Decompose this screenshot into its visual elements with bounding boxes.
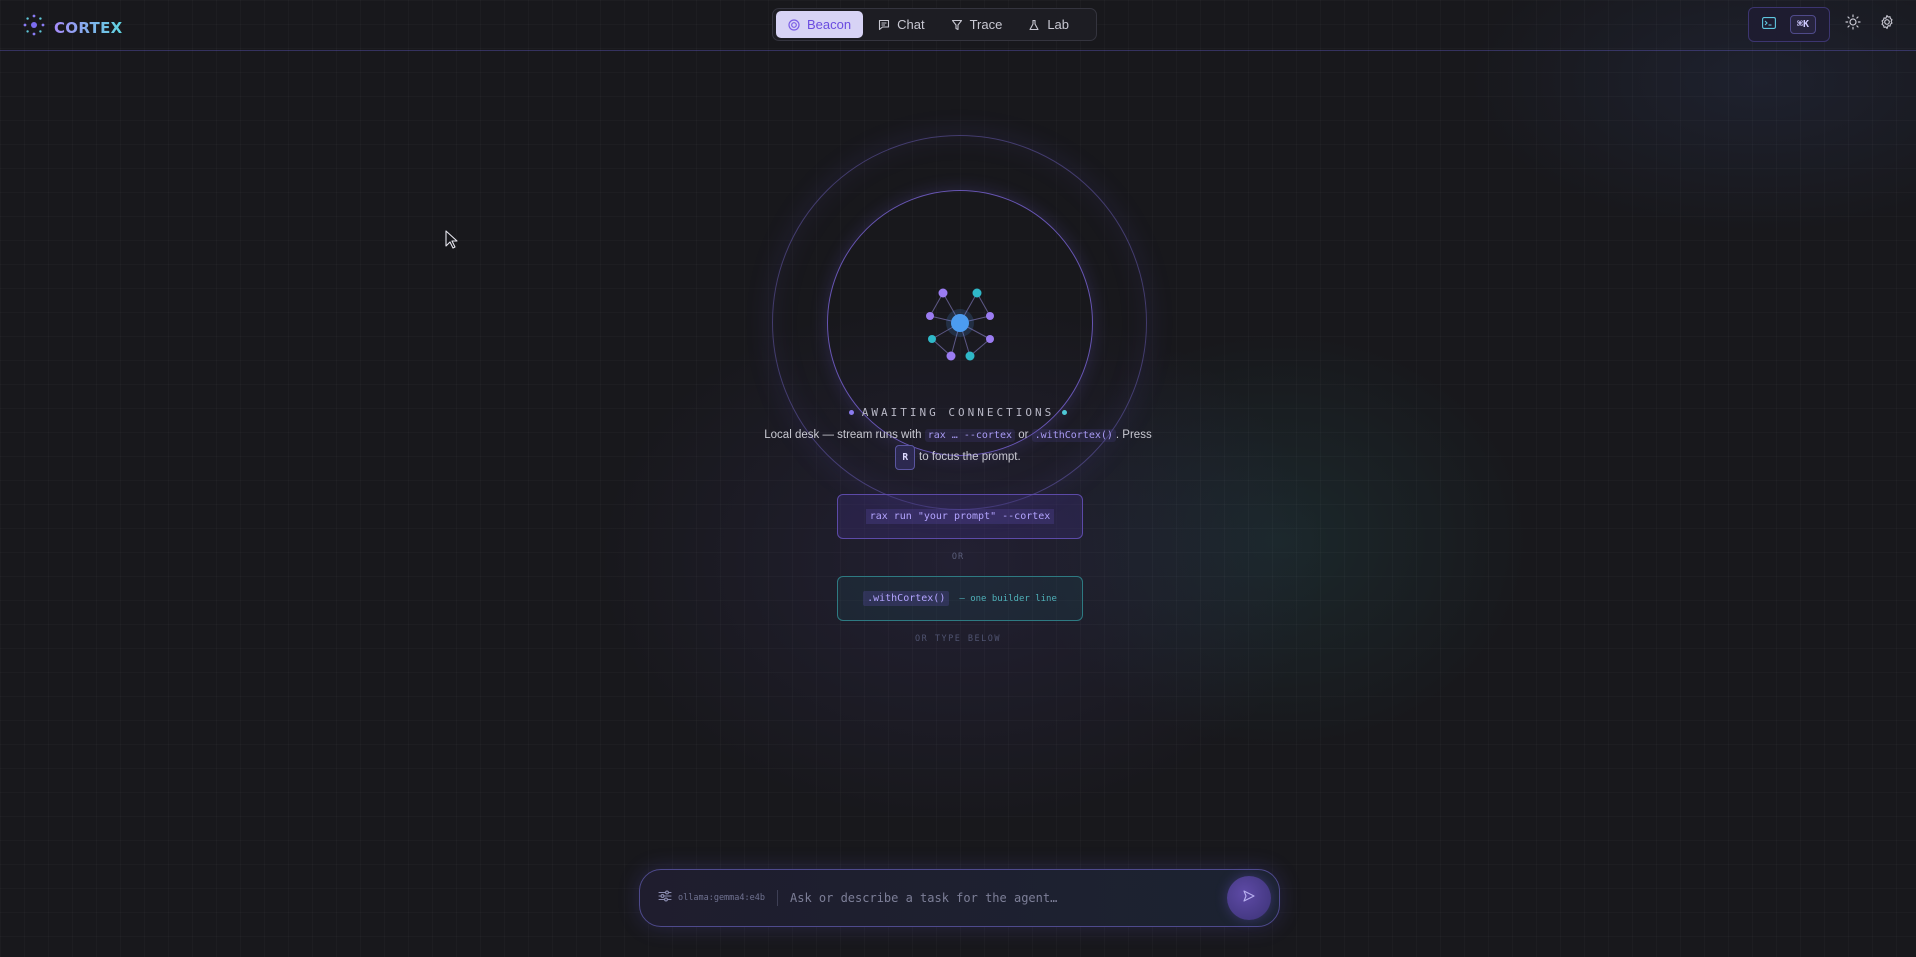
shortcut-chip: ⌘K	[1789, 15, 1816, 34]
prompt-separator	[777, 890, 778, 906]
prompt-input[interactable]	[790, 891, 1227, 905]
tab-chat[interactable]: Chat	[867, 11, 935, 38]
cortex-logo-icon	[22, 13, 46, 42]
terminal-icon	[1762, 16, 1776, 34]
trace-icon	[951, 19, 963, 31]
builder-code: .withCortex()	[863, 591, 950, 606]
beacon-icon	[788, 18, 800, 31]
main-nav: Beacon Chat Trace Lab	[772, 8, 1097, 41]
tab-label: Lab	[1047, 17, 1070, 32]
sun-icon	[1845, 14, 1861, 35]
desc-code-cli: rax … --cortex	[924, 429, 1015, 442]
tab-label: Beacon	[807, 17, 852, 32]
mouse-cursor-icon	[445, 230, 459, 255]
status-text: AWAITING CONNECTIONS	[861, 406, 1055, 419]
shortcut-key-r: R	[895, 445, 916, 470]
prompt-bar: ollama:gemma4:e4b	[639, 869, 1280, 927]
connection-status: AWAITING CONNECTIONS	[0, 406, 1916, 419]
sliders-icon	[658, 889, 672, 907]
flask-icon	[1028, 19, 1040, 31]
desc-or: or	[1018, 429, 1029, 441]
desc-code-builder: .withCortex()	[1031, 429, 1116, 442]
settings-button[interactable]	[1876, 14, 1898, 36]
theme-toggle-button[interactable]	[1842, 14, 1864, 36]
brand[interactable]: CORTEX	[22, 13, 122, 42]
command-palette-button[interactable]: ⌘K	[1748, 7, 1830, 42]
send-button[interactable]	[1227, 876, 1271, 920]
tab-beacon[interactable]: Beacon	[776, 11, 864, 38]
send-icon	[1242, 889, 1256, 908]
tab-label: Trace	[969, 17, 1003, 32]
model-selector[interactable]: ollama:gemma4:e4b	[658, 889, 765, 907]
desc-press: . Press	[1115, 429, 1152, 441]
builder-note: — one builder line	[959, 593, 1057, 604]
desc-prefix: Local desk — stream runs with	[764, 429, 922, 441]
gear-icon	[1879, 14, 1895, 35]
top-bar: CORTEX Beacon Chat Trace Lab ⌘K	[0, 0, 1916, 51]
status-dot	[1062, 410, 1068, 415]
brand-name: CORTEX	[54, 18, 123, 37]
tab-lab[interactable]: Lab	[1017, 11, 1080, 38]
cli-command: rax run "your prompt" --cortex	[865, 509, 1055, 524]
desc-suffix: to focus the prompt.	[919, 451, 1021, 463]
builder-snippet-card[interactable]: .withCortex() — one builder line	[837, 576, 1083, 621]
header-tools: ⌘K	[1748, 7, 1898, 42]
status-dot	[848, 410, 854, 415]
cli-command-card[interactable]: rax run "your prompt" --cortex	[837, 494, 1083, 539]
tab-label: Chat	[897, 17, 925, 32]
network-graph-icon	[920, 283, 1000, 368]
tab-trace[interactable]: Trace	[940, 11, 1014, 38]
or-type-below-hint: OR TYPE BELOW	[914, 634, 1002, 644]
or-divider: OR	[951, 552, 965, 562]
beacon-description: Local desk — stream runs with rax … --co…	[758, 426, 1158, 470]
model-name: ollama:gemma4:e4b	[678, 893, 765, 903]
chat-icon	[878, 19, 890, 31]
